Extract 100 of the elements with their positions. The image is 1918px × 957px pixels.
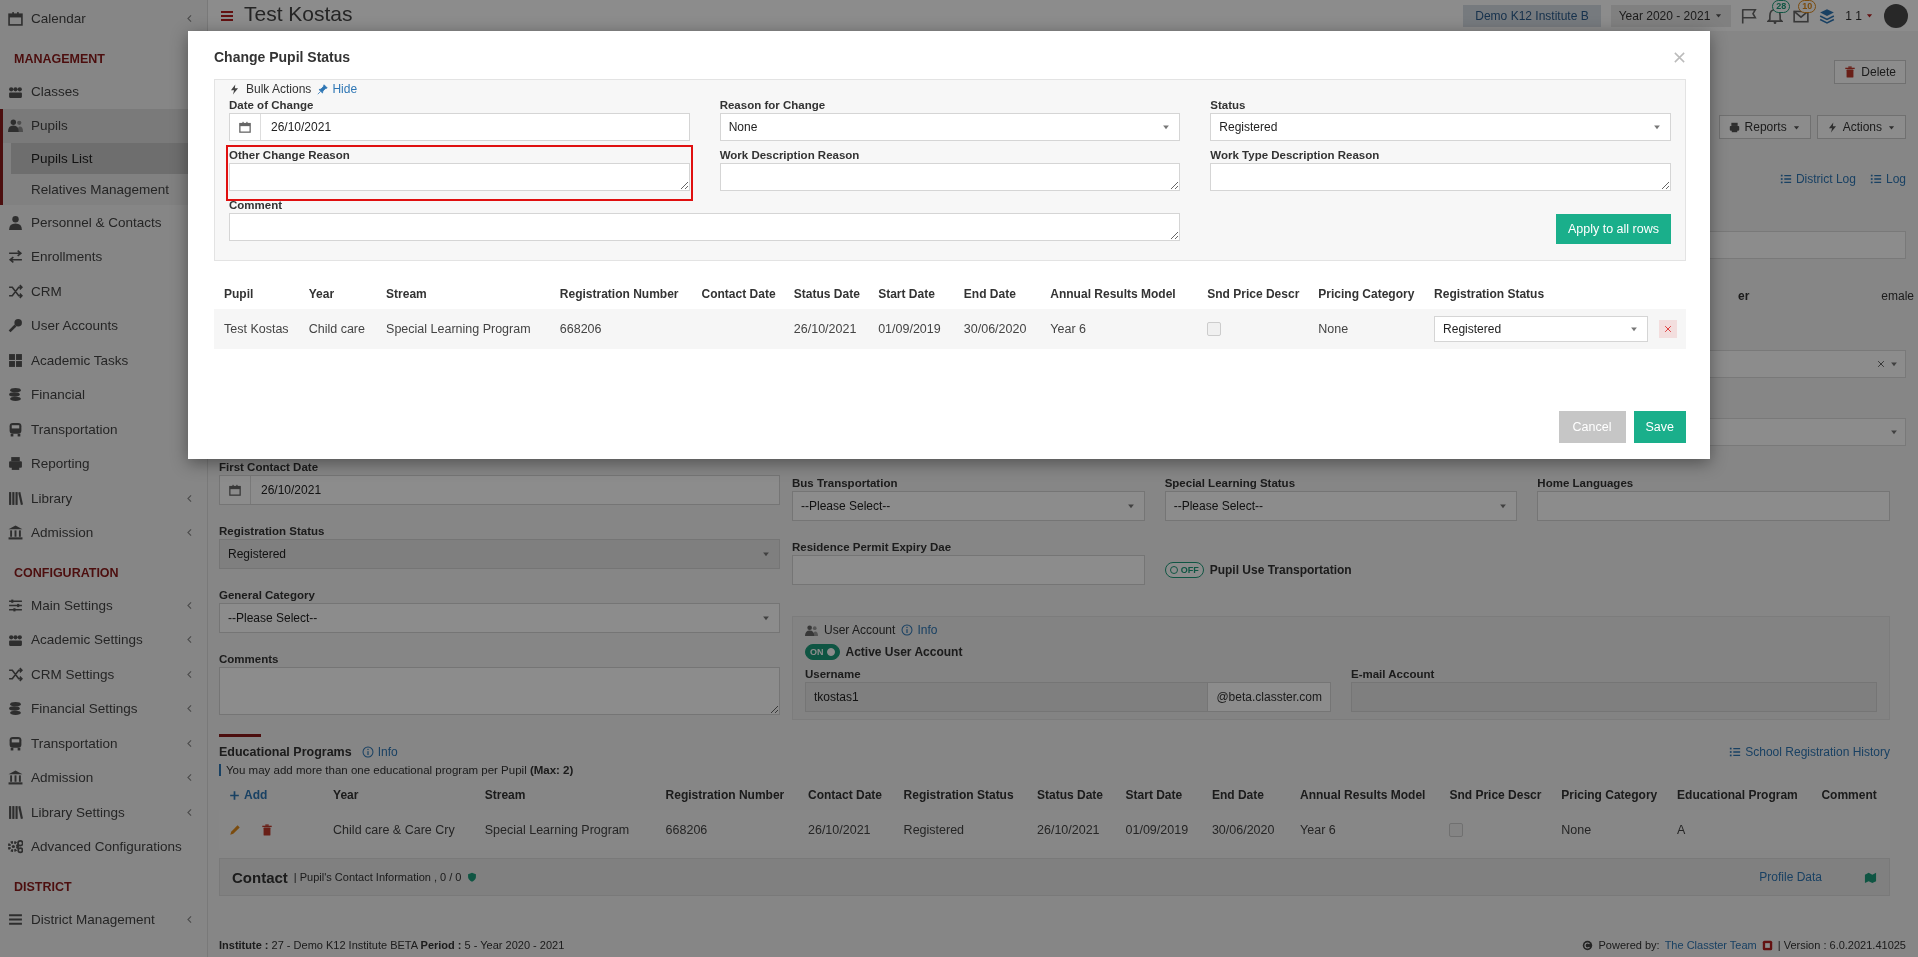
date-field[interactable]: 26/10/2021: [229, 113, 690, 141]
sidebar-item[interactable]: Admission: [0, 760, 207, 795]
sidebar-item[interactable]: Main Settings: [0, 588, 207, 623]
table-cell: Child care: [298, 309, 377, 349]
table-cell-text: 01/09/2019: [1124, 822, 1190, 839]
menu-icon: [8, 911, 23, 927]
tiles-icon: [8, 352, 23, 368]
panel-title: User Account: [824, 623, 896, 637]
domain-suffix: @beta.classter.com: [1208, 682, 1331, 712]
select-field[interactable]: --Please Select--: [1164, 491, 1518, 521]
history-link[interactable]: School Registration History: [1729, 745, 1890, 759]
gear-icon: [8, 839, 23, 855]
person-icon: [8, 214, 23, 230]
sidebar-item[interactable]: Library Settings: [0, 795, 207, 830]
plus-icon: [229, 789, 240, 801]
caret-icon: [1714, 11, 1724, 20]
apply-to-all-rows-button[interactable]: Apply to all rows: [1555, 214, 1671, 244]
column-header: Stream: [376, 279, 550, 309]
username-field[interactable]: tkostas1: [805, 682, 1209, 712]
sidebar-item[interactable]: Classes: [0, 74, 207, 109]
list-icon: [1729, 746, 1742, 758]
section-subtitle: | Pupil's Contact Information , 0 / 0: [293, 871, 462, 883]
field-label: First Contact Date: [219, 460, 320, 475]
sidebar-item[interactable]: Transportation: [0, 726, 207, 761]
team-link[interactable]: The Classter Team: [1664, 939, 1757, 951]
sidebar-item[interactable]: Library: [0, 481, 207, 516]
text-area[interactable]: [719, 163, 1181, 191]
avatar[interactable]: [1884, 3, 1908, 28]
bank-icon: [8, 770, 23, 786]
toggle-switch[interactable]: ON: [805, 644, 840, 660]
column-header: Year: [298, 279, 377, 309]
column-header: Registration Number: [664, 787, 786, 804]
field-label: Comment: [229, 198, 284, 213]
text-area[interactable]: [1210, 163, 1671, 191]
select-field[interactable]: --Please Select--: [792, 491, 1145, 521]
text-area[interactable]: [219, 667, 780, 715]
add-link[interactable]: Add: [229, 788, 324, 802]
key-icon: [8, 318, 23, 334]
sidebar-item[interactable]: Calendar: [0, 0, 207, 36]
save-button[interactable]: Save: [1633, 411, 1686, 443]
group-icon: [8, 632, 23, 648]
sidebar-item[interactable]: CRM: [0, 274, 207, 309]
sidebar-item[interactable]: Financial Settings: [0, 691, 207, 726]
section-title: Educational Programs: [219, 745, 352, 759]
select-field[interactable]: Registered: [1434, 316, 1649, 342]
powered-by-text: Powered by:: [1598, 939, 1660, 951]
sidebar-item[interactable]: Academic Tasks: [0, 343, 207, 378]
table-cell-text: 668206: [664, 822, 709, 839]
info-link[interactable]: Info: [361, 745, 398, 759]
column-header: Educational Program: [1676, 787, 1799, 804]
hide-link[interactable]: Hide: [317, 82, 358, 96]
sidebar-item[interactable]: Enrollments: [0, 239, 207, 274]
list-icon: [1869, 173, 1882, 185]
layers-icon: [1819, 7, 1836, 24]
sidebar-item[interactable]: User Accounts: [0, 308, 207, 343]
select-field[interactable]: Registered: [1210, 113, 1671, 141]
sidebar-item[interactable]: Personnel & Contacts: [0, 205, 207, 240]
sidebar-item[interactable]: Reporting: [0, 446, 207, 481]
sidebar-item[interactable]: CRM Settings: [0, 657, 207, 692]
field-label: Residence Permit Expiry Dae: [792, 540, 953, 555]
checkbox[interactable]: [1207, 322, 1222, 336]
bus-icon: [8, 735, 23, 751]
toggle-switch[interactable]: OFF: [1164, 562, 1204, 578]
field-label: Bus Transportation: [792, 476, 899, 491]
delete-button[interactable]: Delete: [1834, 60, 1906, 84]
sidebar-item[interactable]: District Management: [0, 902, 207, 937]
flag-icon: [1741, 7, 1758, 24]
user-menu[interactable]: 1 1: [1845, 8, 1874, 23]
sidebar-item[interactable]: Admission: [0, 515, 207, 550]
table-cell-text: None: [1560, 822, 1593, 839]
profile-data-link[interactable]: Profile Data: [1759, 870, 1822, 884]
select-field[interactable]: --Please Select--: [219, 603, 780, 633]
text-area[interactable]: [229, 213, 1181, 241]
date-field[interactable]: 26/10/2021: [219, 475, 780, 505]
trash-icon: [1844, 66, 1857, 78]
remove-row-button[interactable]: [1658, 320, 1677, 338]
info-link[interactable]: Info: [901, 623, 938, 637]
section-heading: DISTRICT: [13, 879, 73, 896]
select-field[interactable]: None: [719, 113, 1181, 141]
table-cell: 26/10/2021: [783, 309, 869, 349]
page-title: Test Kostas: [244, 3, 354, 27]
text-area[interactable]: [229, 163, 690, 191]
sidebar-item[interactable]: Financial: [0, 377, 207, 412]
sidebar-item[interactable]: Transportation: [0, 412, 207, 447]
shuffle-icon: [8, 666, 23, 682]
sidebar-item[interactable]: Advanced Configurations: [0, 829, 207, 864]
district-log-link[interactable]: District Log: [1779, 172, 1856, 186]
actions-button[interactable]: Actions: [1816, 115, 1906, 139]
column-header: Contact Date: [691, 279, 784, 309]
institute-button[interactable]: Demo K12 Institute B: [1463, 4, 1601, 27]
sliders-icon: [8, 597, 23, 613]
printer-icon: [8, 456, 23, 472]
table-cell-text: Year 6: [1299, 822, 1337, 839]
reports-button[interactable]: Reports: [1718, 115, 1811, 139]
sidebar-item[interactable]: Academic Settings: [0, 622, 207, 657]
books-icon: [8, 490, 23, 506]
bank-icon: [8, 525, 23, 541]
books-icon: [8, 804, 23, 820]
year-selector[interactable]: Year 2020 - 2021: [1610, 4, 1732, 27]
log-link[interactable]: Log: [1869, 172, 1906, 186]
